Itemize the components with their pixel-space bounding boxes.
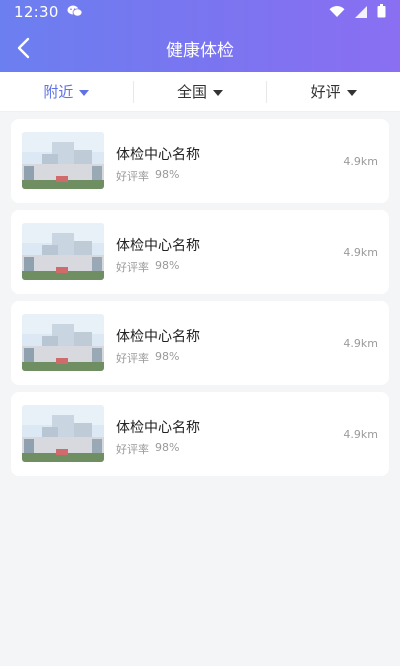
status-bar: 12:30: [0, 0, 400, 24]
center-rating: 好评率 98%: [116, 350, 200, 366]
filter-nationwide-label: 全国: [177, 83, 208, 101]
filter-nearby[interactable]: 附近: [0, 72, 133, 112]
center-thumbnail: [22, 132, 104, 189]
list-item[interactable]: 体检中心名称 好评率 98% 4.9km: [11, 392, 389, 476]
building-photo-icon: [22, 314, 104, 371]
center-thumbnail: [22, 405, 104, 462]
rating-label: 好评率: [116, 261, 149, 274]
center-info: 体检中心名称 好评率 98%: [116, 146, 200, 184]
filter-nationwide[interactable]: 全国: [134, 72, 267, 112]
status-left: 12:30: [14, 3, 83, 22]
signal-icon: [355, 3, 367, 22]
rating-label: 好评率: [116, 170, 149, 183]
back-button[interactable]: [10, 34, 38, 62]
center-thumbnail: [22, 223, 104, 280]
rating-label: 好评率: [116, 352, 149, 365]
center-info: 体检中心名称 好评率 98%: [116, 237, 200, 275]
navbar: 健康体检: [0, 24, 400, 72]
rating-value: 98%: [155, 259, 180, 272]
wifi-icon: [329, 3, 345, 22]
center-distance: 4.9km: [343, 155, 378, 168]
center-distance: 4.9km: [343, 246, 378, 259]
center-rating: 好评率 98%: [116, 441, 200, 457]
rating-value: 98%: [155, 350, 180, 363]
filter-rating[interactable]: 好评: [267, 72, 400, 112]
list-item[interactable]: 体检中心名称 好评率 98% 4.9km: [11, 301, 389, 385]
building-photo-icon: [22, 132, 104, 189]
center-distance: 4.9km: [343, 337, 378, 350]
center-thumbnail: [22, 314, 104, 371]
status-right: [329, 3, 386, 22]
center-name: 体检中心名称: [116, 238, 200, 254]
list-item[interactable]: 体检中心名称 好评率 98% 4.9km: [11, 210, 389, 294]
rating-value: 98%: [155, 441, 180, 454]
status-time: 12:30: [14, 3, 59, 21]
center-info: 体检中心名称 好评率 98%: [116, 328, 200, 366]
center-rating: 好评率 98%: [116, 168, 200, 184]
rating-value: 98%: [155, 168, 180, 181]
center-distance: 4.9km: [343, 428, 378, 441]
filter-nearby-label: 附近: [43, 83, 74, 101]
filter-rating-label: 好评: [310, 83, 341, 101]
center-name: 体检中心名称: [116, 420, 200, 436]
caret-down-icon: [213, 89, 224, 96]
center-list: 体检中心名称 好评率 98% 4.9km 体检中心名称 好评率 98% 4.9k…: [11, 119, 389, 483]
building-photo-icon: [22, 223, 104, 280]
caret-down-icon: [79, 89, 90, 96]
battery-icon: [377, 3, 386, 22]
rating-label: 好评率: [116, 443, 149, 456]
center-info: 体检中心名称 好评率 98%: [116, 419, 200, 457]
center-name: 体检中心名称: [116, 147, 200, 163]
wechat-icon: [67, 3, 83, 22]
caret-down-icon: [346, 89, 357, 96]
center-name: 体检中心名称: [116, 329, 200, 345]
filter-bar: 附近 全国 好评: [0, 72, 400, 112]
back-arrow-icon: [17, 37, 30, 59]
building-photo-icon: [22, 405, 104, 462]
page-title: 健康体检: [166, 40, 234, 61]
app-header: 12:30 健康体检: [0, 0, 400, 72]
center-rating: 好评率 98%: [116, 259, 200, 275]
list-item[interactable]: 体检中心名称 好评率 98% 4.9km: [11, 119, 389, 203]
